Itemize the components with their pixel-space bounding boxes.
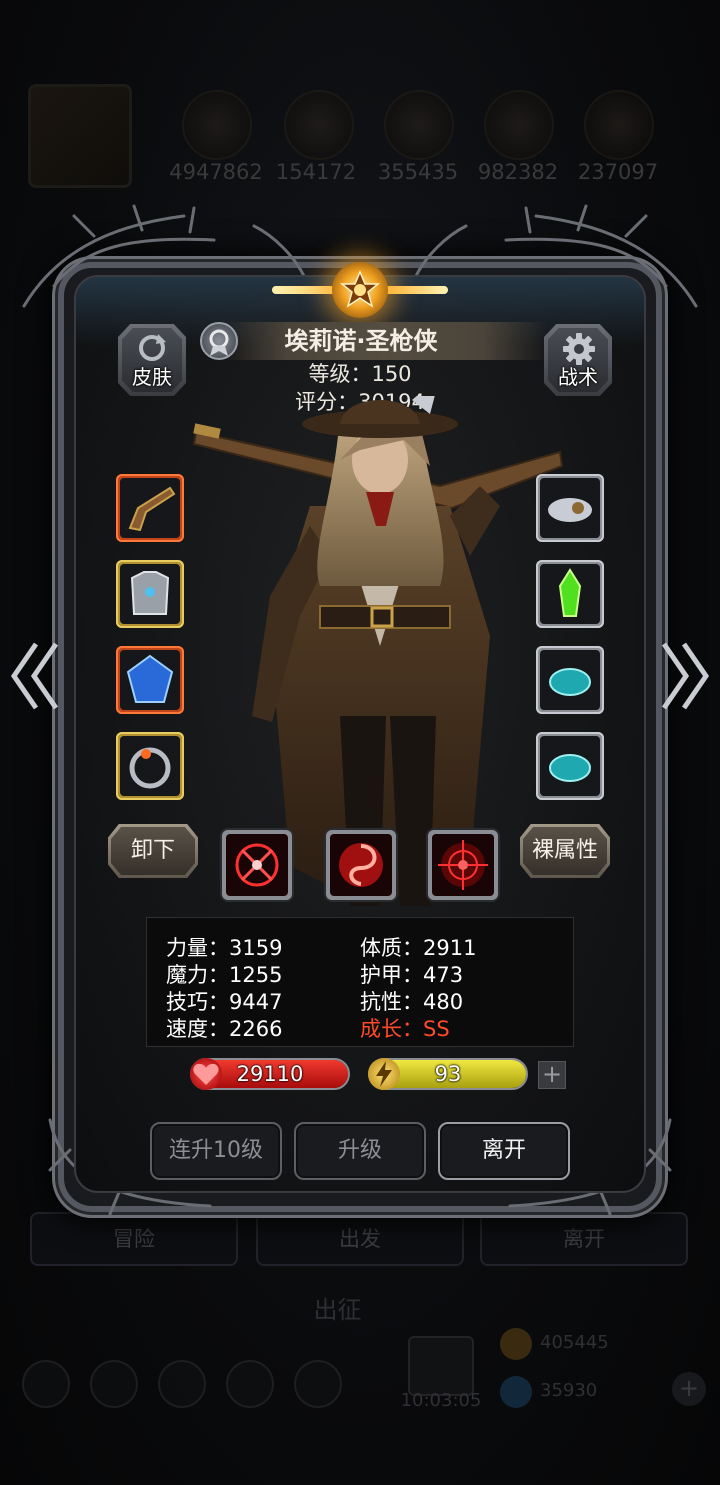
bg-sortie-label: 出征 <box>313 1296 362 1324</box>
stat-growth: 成长：SS <box>360 1017 450 1041</box>
stat-speed: 速度：2266 <box>166 1017 283 1041</box>
equipment-slot-weapon[interactable] <box>116 474 184 542</box>
stat-armor: 护甲：473 <box>360 963 464 987</box>
bg-depart-button: 出发 <box>256 1212 464 1266</box>
skin-label: 皮肤 <box>132 365 172 389</box>
skill-slot-1[interactable] <box>222 830 292 900</box>
equipment-slot-ring[interactable] <box>116 732 184 800</box>
stat-resistance: 抗性：480 <box>360 990 464 1014</box>
leave-label: 离开 <box>481 1138 526 1163</box>
base-attributes-label: 裸属性 <box>531 838 598 863</box>
resource-count: 154172 <box>275 160 357 184</box>
equipment-slot-charm[interactable] <box>536 474 604 542</box>
resource-icon <box>584 90 654 160</box>
green-crystal-icon <box>558 568 582 617</box>
bg-menu-icon <box>294 1360 342 1408</box>
bg-gift-icon <box>408 1336 474 1396</box>
heart-icon <box>190 1058 222 1090</box>
diamond-icon <box>500 1376 532 1408</box>
resource-icon <box>284 90 354 160</box>
teal-stone-icon <box>549 754 591 782</box>
leave-button[interactable]: 离开 <box>438 1122 570 1180</box>
bg-menu-icon <box>226 1360 274 1408</box>
level-up-10-button[interactable]: 连升10级 <box>150 1122 282 1180</box>
hero-name: 埃莉诺·圣枪侠 <box>284 327 438 355</box>
equipment-slot-gem[interactable] <box>116 646 184 714</box>
gold-amount: 405445 <box>540 1332 609 1353</box>
crosshair-skill-icon <box>235 843 279 887</box>
bg-menu-icon <box>22 1360 70 1408</box>
equipment-slot-crystal[interactable] <box>536 560 604 628</box>
resource-icon <box>484 90 554 160</box>
silver-armor-icon <box>130 571 170 615</box>
rank-emblem-icon <box>332 262 388 318</box>
cloud-charm-icon <box>548 498 592 522</box>
unequip-label: 卸下 <box>130 838 175 863</box>
tactics-label: 战术 <box>558 365 598 389</box>
resource-count: 4947862 <box>169 160 263 184</box>
resource-count: 982382 <box>477 160 559 184</box>
equipment-slot-armor[interactable] <box>116 560 184 628</box>
lightning-icon <box>368 1058 400 1090</box>
next-hero-arrow[interactable] <box>658 640 710 712</box>
bg-add-icon: + <box>672 1372 706 1406</box>
bg-leave-button: 离开 <box>480 1212 688 1266</box>
resource-icon <box>182 90 252 160</box>
level-up-label: 升级 <box>337 1138 382 1163</box>
blue-gem-icon <box>126 654 174 703</box>
level-up-10-label: 连升10级 <box>169 1138 263 1163</box>
hero-level: 等级：150 <box>308 362 412 386</box>
bg-menu-icon <box>90 1360 138 1408</box>
stat-skill: 技巧：9447 <box>166 990 283 1014</box>
skin-button[interactable]: 皮肤 <box>118 324 186 396</box>
fire-ring-icon <box>129 747 171 789</box>
skin-refresh-icon <box>139 334 166 361</box>
skill-slot-2[interactable] <box>326 830 396 900</box>
resource-icon <box>384 90 454 160</box>
add-energy-button[interactable]: + <box>538 1061 566 1089</box>
stat-magic: 魔力：1255 <box>166 963 283 987</box>
previous-hero-arrow[interactable] <box>10 640 62 712</box>
tactics-button[interactable]: 战术 <box>544 324 612 396</box>
vortex-skill-icon <box>339 843 383 887</box>
equipment-slot-stone-1[interactable] <box>536 646 604 714</box>
base-attributes-button[interactable]: 裸属性 <box>520 824 610 878</box>
target-skill-icon <box>438 840 488 890</box>
skill-slot-3[interactable] <box>428 830 498 900</box>
teal-stone-icon <box>549 668 591 696</box>
resource-count: 237097 <box>577 160 659 184</box>
level-up-button[interactable]: 升级 <box>294 1122 426 1180</box>
bg-menu-icon <box>158 1360 206 1408</box>
bg-adventure-button: 冒险 <box>30 1212 238 1266</box>
equipment-slot-stone-2[interactable] <box>536 732 604 800</box>
resource-count: 355435 <box>377 160 459 184</box>
stat-constitution: 体质：2911 <box>360 936 477 960</box>
stat-strength: 力量：3159 <box>166 936 283 960</box>
unequip-button[interactable]: 卸下 <box>108 824 198 878</box>
player-avatar <box>28 84 132 188</box>
bg-timer: 10:03:05 <box>400 1390 482 1411</box>
flintlock-pistol-icon <box>128 486 176 532</box>
gold-coin-icon <box>500 1328 532 1360</box>
diamond-amount: 35930 <box>540 1380 598 1401</box>
